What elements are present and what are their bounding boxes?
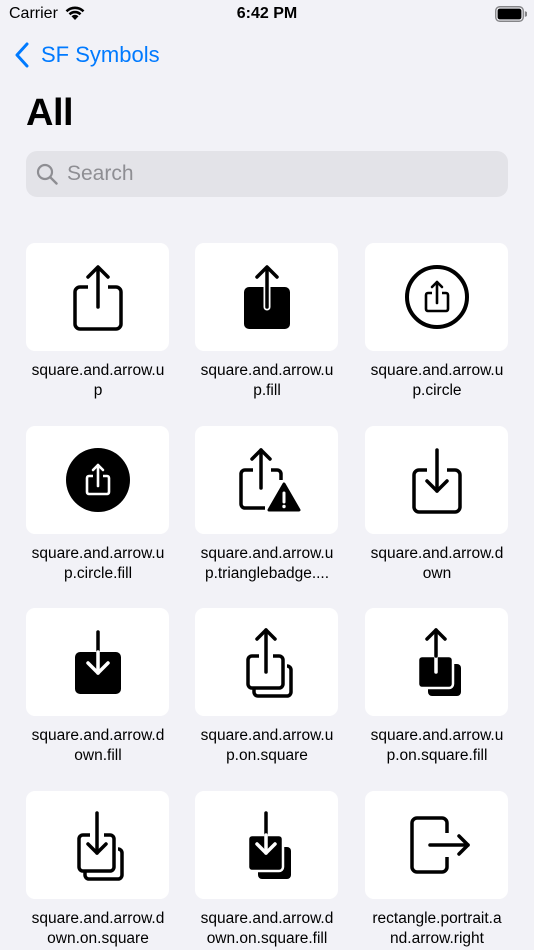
symbol-cell[interactable]: square.and.arrow.u p.on.square — [195, 608, 338, 766]
symbol-name: square.and.arrow.d own.fill — [31, 727, 165, 764]
symbol-tile[interactable] — [365, 243, 508, 351]
symbol-tile[interactable] — [195, 791, 338, 899]
symbol-tile[interactable] — [26, 426, 169, 534]
symbol-cell[interactable]: rectangle.portrait.a nd.arrow.right — [365, 791, 508, 949]
symbol-tile[interactable] — [365, 791, 508, 899]
square-and-arrow-up-on-square-icon — [245, 628, 293, 698]
status-bar: Carrier 6:42 PM — [0, 0, 534, 28]
symbol-cell[interactable]: square.and.arrow.u p.trianglebadge.... — [195, 426, 338, 584]
symbol-cell[interactable]: square.and.arrow.u p.fill — [195, 243, 338, 401]
symbol-name: square.and.arrow.u p.on.square — [200, 727, 334, 764]
back-button[interactable]: SF Symbols — [14, 40, 160, 70]
square-and-arrow-up-on-square-fill-icon — [416, 628, 461, 696]
search-input[interactable] — [67, 162, 487, 186]
square-and-arrow-down-on-square-fill-icon — [246, 811, 291, 879]
symbol-tile[interactable] — [26, 243, 169, 351]
symbol-cell[interactable]: square.and.arrow.u p.circle.fill — [26, 426, 169, 584]
symbol-name: square.and.arrow.u p.on.square.fill — [370, 727, 504, 764]
rectangle-portrait-and-arrow-right-icon — [409, 816, 470, 874]
square-and-arrow-up-circle-fill-icon — [65, 448, 130, 512]
symbol-cell[interactable]: square.and.arrow.d own.on.square.fill — [195, 791, 338, 949]
symbol-cell[interactable]: square.and.arrow.u p.circle — [365, 243, 508, 401]
square-and-arrow-down-on-square-icon — [76, 811, 124, 881]
chevron-left-icon — [15, 42, 29, 68]
symbol-name: square.and.arrow.d own — [370, 545, 504, 582]
square-and-arrow-down-icon — [411, 448, 462, 514]
square-and-arrow-up-circle-icon — [404, 265, 469, 329]
symbol-tile[interactable] — [195, 426, 338, 534]
symbol-tile[interactable] — [365, 608, 508, 716]
symbol-tile[interactable] — [195, 608, 338, 716]
symbol-name: square.and.arrow.d own.on.square.fill — [200, 910, 334, 947]
battery-icon — [495, 6, 527, 22]
symbol-cell[interactable]: square.and.arrow.u p — [26, 243, 169, 401]
symbol-cell[interactable]: square.and.arrow.d own.on.square — [26, 791, 169, 949]
square-and-arrow-up-icon — [72, 265, 123, 331]
search-bar[interactable] — [26, 151, 508, 197]
back-button-label: SF Symbols — [41, 42, 160, 67]
status-time: 6:42 PM — [236, 5, 298, 22]
symbol-name: square.and.arrow.u p.fill — [200, 362, 334, 399]
square-and-arrow-down-fill-icon — [74, 630, 121, 694]
symbol-name: square.and.arrow.u p — [31, 362, 165, 399]
symbol-tile[interactable] — [26, 608, 169, 716]
symbol-name: rectangle.portrait.a nd.arrow.right — [372, 910, 502, 947]
symbol-tile[interactable] — [26, 791, 169, 899]
symbol-name: square.and.arrow.u p.circle.fill — [31, 545, 165, 582]
symbol-tile[interactable] — [195, 243, 338, 351]
symbol-cell[interactable]: square.and.arrow.d own.fill — [26, 608, 169, 766]
page-title: All — [26, 92, 74, 134]
symbol-cell[interactable]: square.and.arrow.d own — [365, 426, 508, 584]
symbol-name: square.and.arrow.u p.trianglebadge.... — [200, 545, 334, 582]
symbol-cell[interactable]: square.and.arrow.u p.on.square.fill — [365, 608, 508, 766]
symbol-name: square.and.arrow.u p.circle — [370, 362, 504, 399]
search-icon — [36, 163, 58, 185]
symbol-name: square.and.arrow.d own.on.square — [31, 910, 165, 947]
symbol-tile[interactable] — [365, 426, 508, 534]
square-and-arrow-up-trianglebadge-icon — [238, 448, 300, 512]
square-and-arrow-up-fill-icon — [243, 264, 290, 329]
